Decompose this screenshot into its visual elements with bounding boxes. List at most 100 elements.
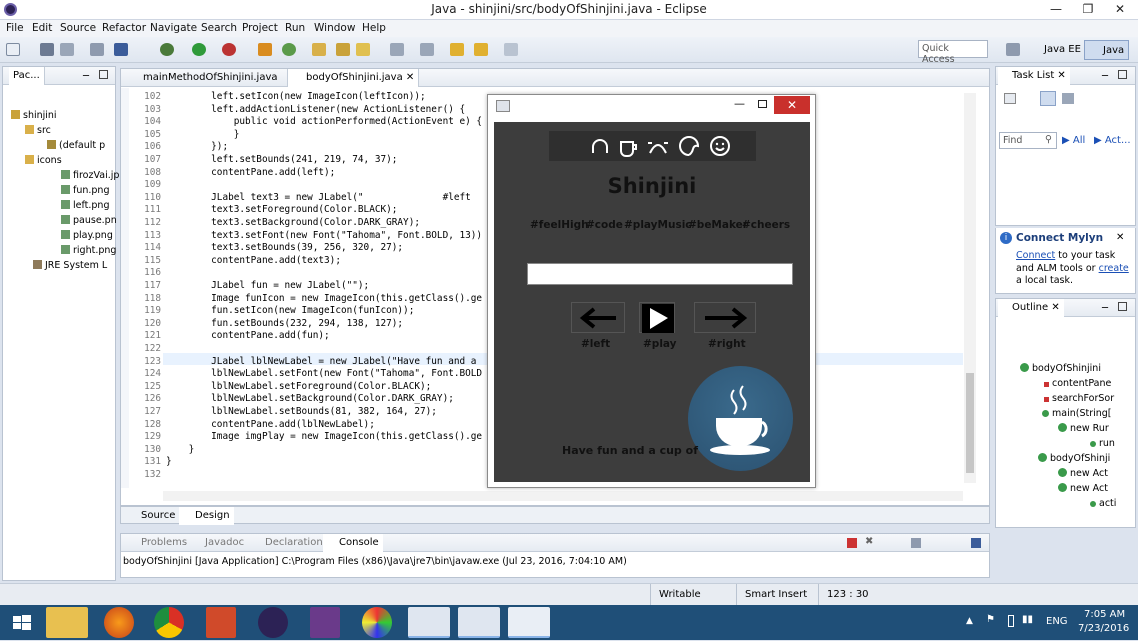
menu-help[interactable]: Help	[362, 20, 386, 37]
terminate-icon[interactable]	[847, 538, 857, 548]
tree-file[interactable]: right.png	[61, 245, 116, 256]
outline-item[interactable]: run	[1090, 438, 1115, 449]
code-line[interactable]: text3.setForeground(Color.BLACK);	[166, 204, 397, 215]
code-line[interactable]: JLabel fun = new JLabel("");	[166, 280, 369, 291]
tree-item-project[interactable]: shinjini	[11, 110, 57, 121]
code-line[interactable]: contentPane.add(text3);	[166, 255, 341, 266]
outline-item[interactable]: acti	[1090, 498, 1116, 509]
code-line[interactable]: Image funIcon = new ImageIcon(this.getCl…	[166, 293, 482, 304]
right-button[interactable]	[694, 302, 756, 333]
external-tools-icon[interactable]	[222, 43, 236, 56]
firefox-icon[interactable]	[104, 607, 134, 638]
tab-task-list[interactable]: Task List ✕	[998, 67, 1070, 85]
file-explorer-icon[interactable]	[46, 607, 88, 638]
scheduled-icon[interactable]	[1062, 93, 1074, 104]
terminal-icon[interactable]	[114, 43, 128, 56]
outline-item[interactable]: contentPane	[1044, 378, 1111, 389]
play-button[interactable]	[639, 302, 675, 333]
paint-icon[interactable]	[206, 607, 236, 638]
outline-item[interactable]: main(String[	[1042, 408, 1112, 419]
annotation-icon[interactable]	[356, 43, 370, 56]
code-line[interactable]: lblNewLabel.setFont(new Font("Tahoma", F…	[166, 368, 482, 379]
code-line[interactable]: left.addActionListener(new ActionListene…	[166, 104, 465, 115]
tree-file[interactable]: left.png	[61, 200, 110, 211]
remove-launch-icon[interactable]: ✖	[865, 536, 873, 547]
maximize-icon[interactable]	[99, 70, 108, 79]
forward-icon[interactable]	[504, 43, 518, 56]
new-task-icon[interactable]	[1004, 93, 1016, 104]
eclipse-icon[interactable]	[258, 607, 288, 638]
app-close-button[interactable]: ✕	[774, 96, 810, 114]
open-type-icon[interactable]	[312, 43, 326, 56]
connect-link[interactable]: Connect	[1016, 250, 1055, 261]
tree-file[interactable]: firozVai.jp	[61, 170, 119, 181]
task-filter-all[interactable]: ▶ All	[1062, 135, 1085, 146]
vertical-scrollbar[interactable]	[964, 93, 976, 483]
tab-declaration[interactable]: Declaration	[249, 534, 327, 552]
menu-run[interactable]: Run	[285, 20, 305, 37]
color-app-icon[interactable]	[362, 607, 392, 638]
perspective-java[interactable]: Java	[1084, 40, 1130, 60]
search-input[interactable]	[527, 263, 793, 285]
tree-item-default-package[interactable]: (default p	[47, 140, 105, 151]
code-line[interactable]: left.setIcon(new ImageIcon(leftIcon));	[166, 91, 426, 102]
tree-item-src[interactable]: src	[25, 125, 51, 136]
search-icon[interactable]	[336, 43, 350, 56]
tray-language[interactable]: ENG	[1046, 616, 1068, 627]
outline-item[interactable]: searchForSor	[1044, 393, 1114, 404]
code-line[interactable]: });	[166, 141, 228, 152]
maximize-icon[interactable]	[1118, 302, 1127, 311]
outline-item[interactable]: new Rur	[1058, 423, 1109, 434]
menu-project[interactable]: Project	[242, 20, 278, 37]
tray-flag-icon[interactable]: ⚑	[986, 614, 995, 625]
tray-date[interactable]: 7/23/2016	[1078, 623, 1129, 634]
tree-item-jre[interactable]: JRE System L	[33, 260, 107, 271]
tab-console[interactable]: Console	[323, 534, 383, 552]
new-package-icon[interactable]	[282, 43, 296, 56]
back-icon[interactable]	[474, 43, 488, 56]
task-activate[interactable]: ▶ Act...	[1094, 135, 1131, 146]
tray-time[interactable]: 7:05 AM	[1084, 609, 1125, 620]
tab-problems[interactable]: Problems	[125, 534, 191, 552]
code-line[interactable]: text3.setFont(new Font("Tahoma", Font.BO…	[166, 230, 482, 241]
maximize-button[interactable]: ❐	[1072, 0, 1104, 20]
minimize-icon[interactable]: ─	[83, 71, 89, 82]
java-app-icon[interactable]	[408, 607, 450, 638]
code-line[interactable]: left.setBounds(241, 219, 74, 37);	[166, 154, 397, 165]
menu-edit[interactable]: Edit	[32, 20, 52, 37]
horizontal-scrollbar[interactable]	[163, 491, 963, 501]
categorized-icon[interactable]	[1040, 91, 1056, 106]
next-annotation-icon[interactable]	[390, 43, 404, 56]
outline-item[interactable]: bodyOfShinjini	[1020, 363, 1101, 374]
outline-item[interactable]: bodyOfShinji	[1038, 453, 1110, 464]
code-line[interactable]: text3.setBackground(Color.DARK_GRAY);	[166, 217, 420, 228]
mylyn-close-icon[interactable]: ✕	[1116, 232, 1124, 243]
new-icon[interactable]	[6, 43, 20, 56]
chrome-icon[interactable]	[154, 607, 184, 638]
debug-icon[interactable]	[160, 43, 174, 56]
clear-console-icon[interactable]	[911, 538, 921, 548]
outline-item[interactable]: new Act	[1058, 483, 1108, 494]
tab-main-method[interactable]: mainMethodOfShinjini.java	[125, 69, 282, 87]
menu-search[interactable]: Search	[201, 20, 237, 37]
code-line[interactable]: fun.setBounds(232, 294, 138, 127);	[166, 318, 403, 329]
quick-access-field[interactable]: Quick Access	[918, 40, 988, 65]
display-console-icon[interactable]	[971, 538, 981, 548]
create-link[interactable]: create	[1099, 263, 1129, 274]
code-line[interactable]: fun.setIcon(new ImageIcon(funIcon));	[166, 305, 414, 316]
tree-file[interactable]: fun.png	[61, 185, 110, 196]
tree-file[interactable]: play.png	[61, 230, 113, 241]
windows-start-icon[interactable]	[0, 607, 44, 638]
tree-file[interactable]: pause.pn	[61, 215, 117, 226]
tray-network-icon[interactable]: ▮▮	[1022, 614, 1033, 625]
menu-refactor[interactable]: Refactor	[102, 20, 146, 37]
code-line[interactable]: contentPane.add(fun);	[166, 330, 330, 341]
java-app-icon[interactable]	[508, 607, 550, 638]
perspective-java-ee[interactable]: Java EE	[1026, 40, 1085, 60]
app-minimize-button[interactable]: —	[734, 97, 745, 110]
tray-up-icon[interactable]: ▲	[966, 616, 973, 626]
new-class-icon[interactable]	[258, 43, 272, 56]
app-maximize-button[interactable]	[758, 100, 767, 108]
task-find-input[interactable]: Find ⚲	[999, 132, 1057, 149]
minimize-icon[interactable]: ─	[1102, 71, 1108, 82]
